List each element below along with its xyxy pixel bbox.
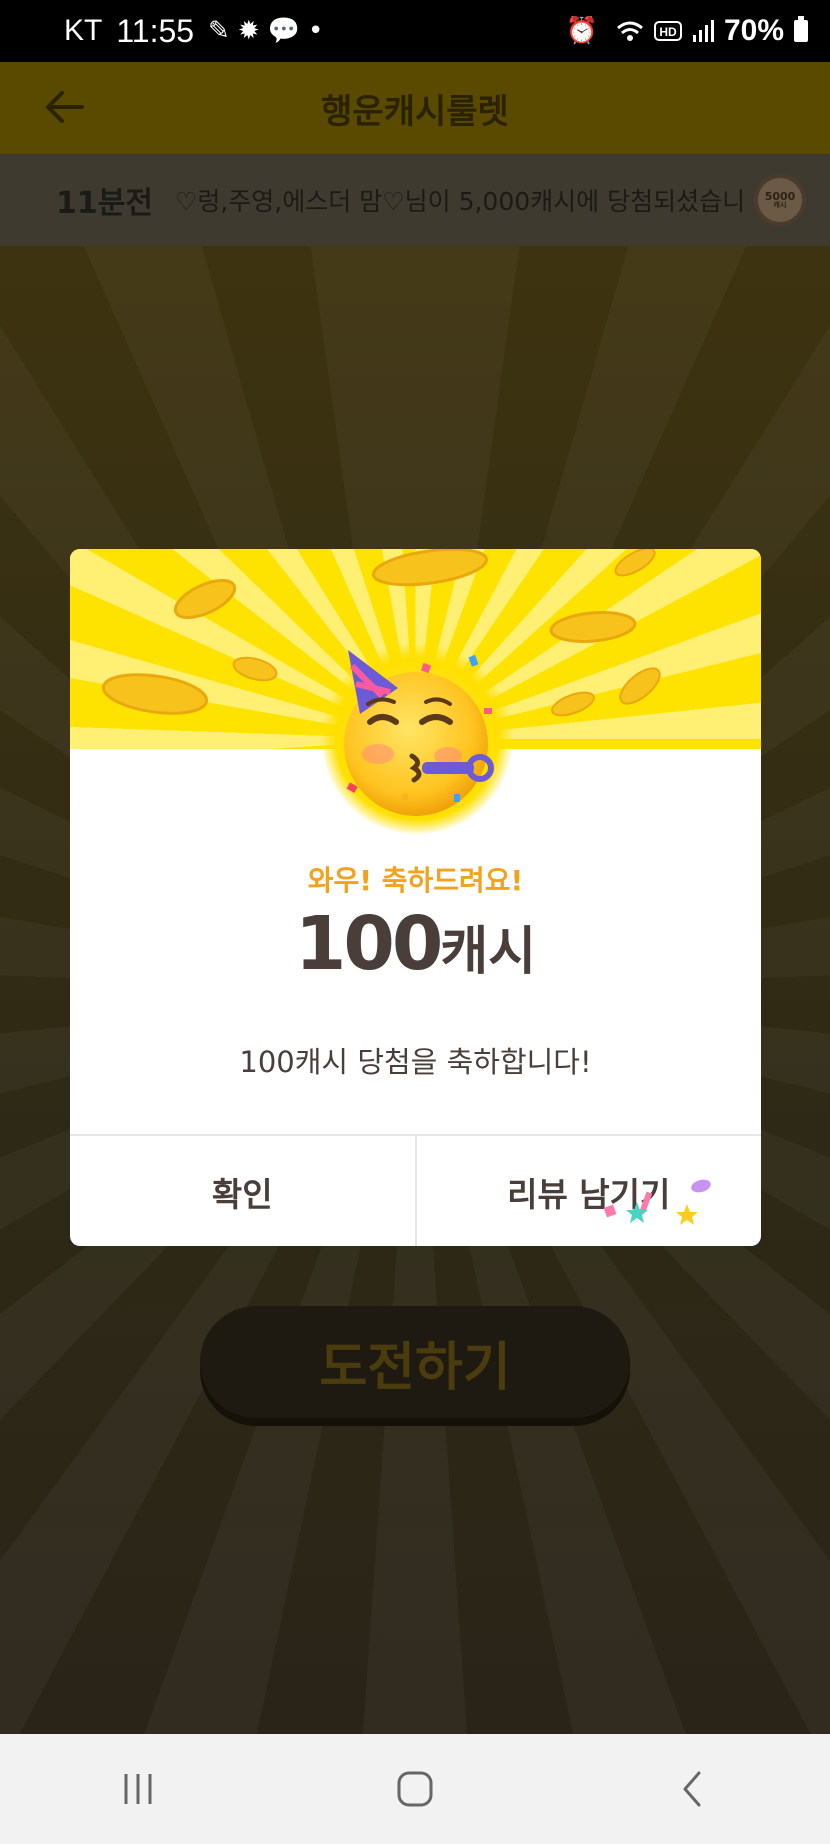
congrats-heading: 와우! 축하드려요! — [307, 864, 524, 897]
status-bar: KT 11:55 ✎ ✹ 💬 • ⏰ HD 70% — [0, 0, 830, 62]
review-button[interactable]: 리뷰 남기기 — [414, 1136, 762, 1246]
signal-icon — [692, 20, 714, 42]
back-icon[interactable] — [662, 1759, 722, 1819]
ticker-message: ♡렁,주영,에스더 맘♡님이 5,000캐시에 당첨되셨습니 — [174, 187, 746, 216]
party-face-icon — [344, 650, 494, 816]
challenge-label: 도전하기 — [319, 1337, 511, 1398]
coin-icon — [614, 549, 656, 577]
coin-icon — [372, 549, 488, 587]
recent-apps-icon[interactable] — [108, 1759, 168, 1819]
gear-icon: ✹ — [237, 16, 260, 46]
cash-coin-icon: 5000 캐시 — [754, 174, 806, 226]
alarm-icon: ⏰ — [565, 16, 598, 46]
prize-description: 100캐시 당첨을 축하합니다! — [239, 1045, 592, 1079]
page-title: 행운캐시룰렛 — [321, 91, 509, 132]
coin-unit: 캐시 — [773, 201, 787, 209]
hd-icon: HD — [653, 21, 682, 41]
system-nav-bar — [0, 1734, 830, 1844]
winner-ticker: 11분전 ♡렁,주영,에스더 맘♡님이 5,000캐시에 당첨되셨습니 5000… — [0, 154, 830, 246]
confirm-label: 확인 — [211, 1175, 273, 1214]
prize-dialog: 와우! 축하드려요! 100캐시 100캐시 당첨을 축하합니다! 확인 리뷰 … — [70, 549, 761, 1246]
coin-icon — [173, 579, 237, 619]
carrier-label: KT — [64, 14, 103, 47]
confirm-button[interactable]: 확인 — [70, 1136, 415, 1246]
coin-icon — [232, 656, 278, 682]
svg-text:HD: HD — [659, 25, 677, 39]
clock: 11:55 — [116, 12, 195, 49]
home-icon[interactable] — [385, 1759, 445, 1819]
ticker-time: 11분전 — [56, 186, 153, 221]
dot-icon: • — [308, 16, 324, 46]
coin-icon — [101, 673, 209, 715]
confetti-icon — [603, 1179, 711, 1225]
coin-icon — [549, 611, 637, 643]
battery-percentage: 70% — [723, 14, 784, 47]
battery-icon — [794, 16, 808, 42]
dialog-buttons: 확인 리뷰 남기기 — [70, 1134, 761, 1246]
wifi-icon — [616, 21, 643, 41]
arrow-left-icon[interactable] — [44, 86, 86, 128]
app-header: 행운캐시룰렛 — [0, 62, 830, 154]
prize-number: 100 — [294, 901, 443, 987]
pen-icon: ✎ — [208, 16, 230, 46]
prize-unit: 캐시 — [440, 922, 537, 982]
coin-icon — [619, 667, 661, 705]
coin-icon — [551, 691, 595, 717]
chat-icon: 💬 — [267, 16, 301, 46]
challenge-button[interactable]: 도전하기 — [200, 1306, 630, 1418]
prize-amount: 100캐시 — [70, 907, 761, 981]
